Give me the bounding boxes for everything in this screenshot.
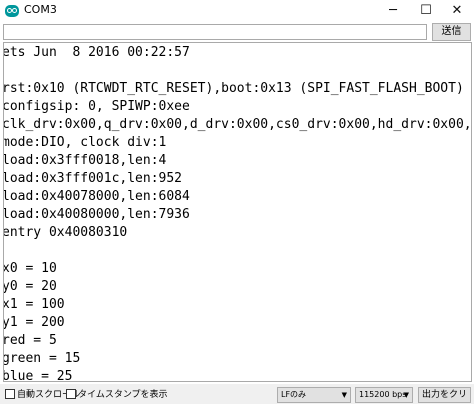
output-line: clk_drv:0x00,q_drv:0x00,d_drv:0x00,cs0_d… xyxy=(3,117,472,132)
output-line: load:0x40080000,len:7936 xyxy=(3,207,190,222)
output-line: y0 = 20 xyxy=(3,279,57,294)
arduino-icon xyxy=(5,5,19,17)
timestamp-label: タイムスタンプを表示 xyxy=(78,390,168,400)
chevron-down-icon: ▼ xyxy=(341,391,347,399)
send-button[interactable]: 送信 xyxy=(432,23,471,41)
serial-output[interactable]: ets Jun 8 2016 00:22:57 rst:0x10 (RTCWDT… xyxy=(3,42,472,382)
output-line: y1 = 200 xyxy=(3,315,65,330)
output-line: x1 = 100 xyxy=(3,297,65,312)
output-line: red = 5 xyxy=(3,333,57,348)
autoscroll-checkbox[interactable] xyxy=(5,389,15,399)
title-bar: COM3 ─ ☐ ✕ xyxy=(0,0,474,22)
baud-rate-select[interactable]: 115200 bps ▼ xyxy=(355,387,413,403)
close-button[interactable]: ✕ xyxy=(442,0,472,22)
send-input[interactable] xyxy=(3,24,427,40)
clear-output-button[interactable]: 出力をクリア xyxy=(418,387,471,403)
output-line: ets Jun 8 2016 00:22:57 xyxy=(3,45,190,60)
output-line: green = 15 xyxy=(3,351,81,366)
maximize-button[interactable]: ☐ xyxy=(411,0,441,22)
output-line: load:0x3fff001c,len:952 xyxy=(3,171,183,186)
output-line: x0 = 10 xyxy=(3,261,57,276)
output-line: mode:DIO, clock div:1 xyxy=(3,135,167,150)
line-ending-select[interactable]: LFのみ ▼ xyxy=(277,387,351,403)
output-line: rst:0x10 (RTCWDT_RTC_RESET),boot:0x13 (S… xyxy=(3,81,464,96)
line-ending-value: LFのみ xyxy=(281,390,307,399)
window-title: COM3 xyxy=(24,3,57,16)
output-line: entry 0x40080310 xyxy=(3,225,128,240)
output-line: configsip: 0, SPIWP:0xee xyxy=(3,99,190,114)
output-line: load:0x3fff0018,len:4 xyxy=(3,153,167,168)
output-line: blue = 25 xyxy=(3,369,73,382)
timestamp-checkbox[interactable] xyxy=(66,389,76,399)
chevron-down-icon: ▼ xyxy=(403,391,409,399)
minimize-button[interactable]: ─ xyxy=(378,0,408,22)
output-line: load:0x40078000,len:6084 xyxy=(3,189,190,204)
baud-rate-value: 115200 bps xyxy=(359,390,407,399)
